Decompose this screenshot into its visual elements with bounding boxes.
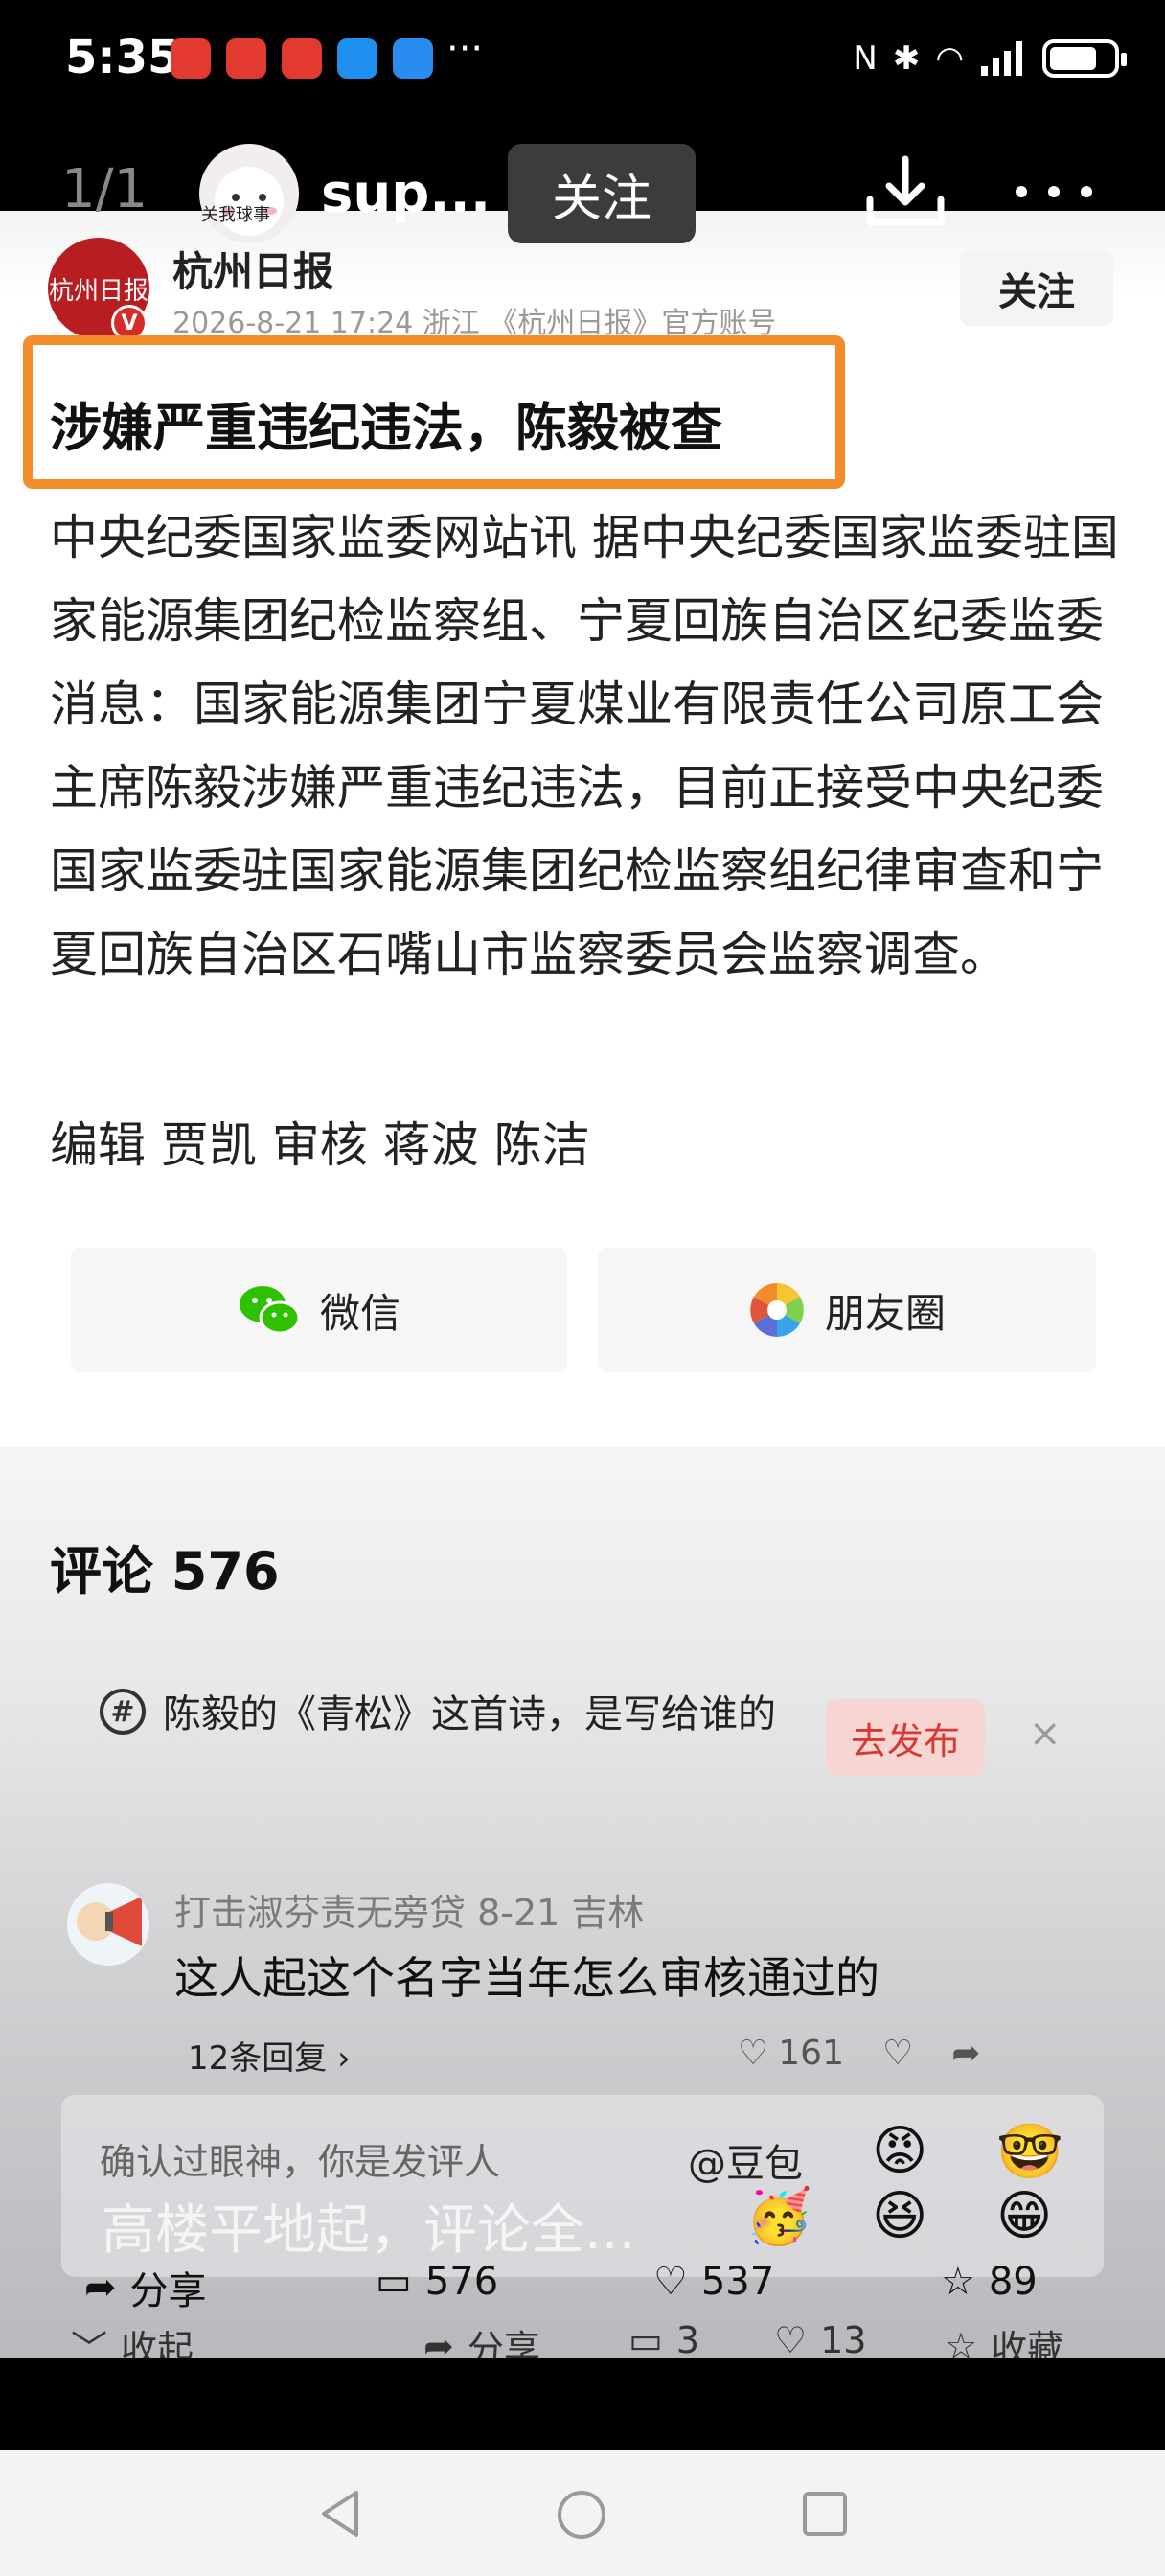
go-publish-button[interactable]: 去发布 [826, 1699, 985, 1776]
comment-actions: ♡ 161 ♡ ➦ [738, 2034, 980, 2073]
heart-icon: ♡ [738, 2034, 769, 2073]
heart-icon: ♡ [774, 2319, 808, 2361]
mention-doubao[interactable]: @豆包 [688, 2132, 803, 2188]
comment-button-2[interactable]: ▭ 3 [628, 2319, 699, 2361]
share-button[interactable]: ➦ 分享 [84, 2260, 207, 2315]
share-icon: ➦ [84, 2266, 117, 2310]
avatar-label: 关我球事 [201, 205, 270, 225]
like-button[interactable]: ♡ 537 [653, 2260, 774, 2304]
compass-icon [393, 38, 433, 79]
follow-button[interactable]: 关注 [960, 251, 1113, 326]
share-moments-button[interactable]: 朋友圈 [598, 1248, 1096, 1372]
home-icon[interactable] [556, 2489, 607, 2541]
system-status-icons: N ✱ ◠ [853, 34, 1127, 82]
comment-icon: ▭ [628, 2319, 663, 2361]
comment-count-button[interactable]: ▭ 576 [376, 2260, 498, 2304]
wechat-icon [239, 1286, 301, 1335]
chat-bubble-icon [337, 38, 377, 79]
share-wechat-button[interactable]: 微信 [71, 1248, 567, 1372]
comment-icon: ▭ [376, 2260, 412, 2304]
emoji-nerd[interactable]: 🤓 [996, 2120, 1063, 2183]
article-body: 中央纪委国家监委网站讯 据中央纪委国家监委驻国家能源集团纪检监察组、宁夏回族自治… [50, 510, 1119, 982]
status-more-icon: ··· [446, 27, 484, 71]
comment-text[interactable]: 这人起这个名字当年怎么审核通过的 [174, 1944, 879, 2007]
comments-title: 评论 576 [50, 1541, 280, 1601]
recents-icon[interactable] [801, 2490, 849, 2538]
nfc-icon: N [853, 39, 878, 78]
username[interactable]: sup... [321, 163, 491, 225]
forward-icon[interactable]: ➦ [951, 2034, 980, 2073]
more-icon[interactable] [1006, 168, 1102, 216]
input-hint: 确认过眼神，你是发评人 [100, 2141, 501, 2183]
emoji-angry[interactable]: 😡 [872, 2120, 927, 2182]
favorite-count: 89 [988, 2260, 1038, 2304]
bottom-band [0, 2358, 1165, 2450]
user-avatar[interactable] [199, 144, 299, 243]
favorite-button[interactable]: ☆ 89 [941, 2260, 1038, 2304]
bluetooth-icon: ✱ [892, 39, 921, 78]
comment-count-2: 3 [675, 2319, 700, 2361]
signal-icon [981, 41, 1022, 76]
share-label: 分享 [129, 2269, 207, 2313]
share-wechat-label: 微信 [319, 1289, 400, 1337]
emoji-laugh[interactable]: 😆 [872, 2185, 927, 2247]
comment-like-button[interactable]: ♡ 161 [738, 2034, 844, 2073]
emoji-party[interactable]: 🥳 [745, 2185, 812, 2248]
like-count-2: 13 [820, 2319, 867, 2361]
status-time: 5:35 [65, 31, 180, 84]
megaphone-avatar-icon [77, 1897, 142, 1946]
replies-link[interactable]: 12条回复 › [188, 2032, 351, 2079]
download-icon[interactable] [862, 153, 948, 230]
comment-count: 576 [424, 2260, 499, 2304]
top-follow-button[interactable]: 关注 [508, 144, 696, 243]
emoji-grin[interactable]: 😁 [996, 2185, 1052, 2247]
star-icon: ☆ [941, 2260, 975, 2304]
share-moments-label: 朋友圈 [824, 1289, 946, 1337]
publisher-name[interactable]: 杭州日报 [172, 240, 333, 298]
page-counter: 1/1 [61, 158, 148, 220]
missed-call-icon [171, 38, 211, 79]
comment-like-count: 161 [778, 2034, 844, 2073]
editor-credits: 编辑 贾凯 审核 蒋波 陈洁 [50, 1117, 590, 1173]
huawei-icon [226, 38, 266, 79]
like-count: 537 [700, 2260, 775, 2304]
dislike-icon[interactable]: ♡ [882, 2034, 913, 2073]
huawei-icon [282, 38, 322, 79]
close-icon[interactable]: × [1029, 1712, 1062, 1756]
moments-icon [750, 1283, 804, 1337]
battery-icon [1042, 39, 1127, 78]
article-headline: 涉嫌严重违纪违法，陈毅被查 [50, 398, 722, 458]
wifi-icon: ◠ [935, 39, 964, 78]
heart-icon: ♡ [653, 2260, 688, 2304]
comment-author[interactable]: 打击淑芬责无旁贷 8-21 吉林 [174, 1883, 644, 1936]
cat-avatar-icon [215, 167, 284, 236]
back-icon[interactable] [316, 2487, 364, 2541]
comment-input[interactable]: 高楼平地起，评论全... [102, 2187, 635, 2265]
topic-text[interactable]: 陈毅的《青松》这首诗，是写给谁的 [100, 1687, 789, 1742]
comment-avatar[interactable] [67, 1883, 149, 1966]
like-button-2[interactable]: ♡ 13 [774, 2319, 866, 2361]
